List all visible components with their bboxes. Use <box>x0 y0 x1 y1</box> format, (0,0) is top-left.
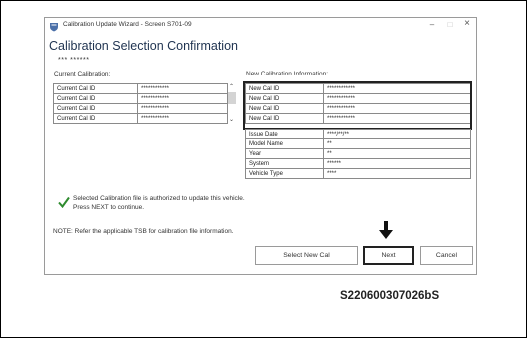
scroll-down-icon[interactable]: ⌄ <box>229 116 234 123</box>
table-row: Model Name ** <box>245 138 471 149</box>
current-calibration-table: Current Cal ID ************ Current Cal … <box>53 83 228 124</box>
new-cal-info-table: Issue Date ****/**/** Model Name ** Year… <box>245 129 471 179</box>
masked-title: *** ****** <box>58 57 90 64</box>
new-calibration-label: New Calibration Information: <box>246 71 329 78</box>
row-label: Current Cal ID <box>53 103 138 114</box>
row-value: ************ <box>137 93 228 104</box>
row-value: ****** <box>323 158 471 169</box>
scroll-thumb[interactable] <box>228 92 236 104</box>
table-row: Current Cal ID ************ <box>53 113 228 124</box>
row-label: Issue Date <box>245 129 324 139</box>
row-value: ** <box>323 148 471 159</box>
page-title: Calibration Selection Confirmation <box>49 39 238 53</box>
row-label: Current Cal ID <box>53 93 138 104</box>
row-label: Current Cal ID <box>53 83 138 94</box>
status-message-line1: Selected Calibration file is authorized … <box>73 195 245 202</box>
status-message-line2: Press NEXT to continue. <box>73 203 145 211</box>
maximize-button[interactable]: □ <box>444 20 456 29</box>
checkmark-icon <box>58 196 70 208</box>
window-title: Calibration Update Wizard - Screen S701-… <box>63 21 192 28</box>
cancel-button[interactable]: Cancel <box>420 246 473 265</box>
title-bar: Calibration Update Wizard - Screen S701-… <box>45 18 476 36</box>
row-value: ** <box>323 138 471 149</box>
select-new-cal-button[interactable]: Select New Cal <box>255 246 358 265</box>
close-button[interactable]: × <box>461 18 473 29</box>
table-row: Year ** <box>245 148 471 159</box>
next-button[interactable]: Next <box>363 246 414 265</box>
table-row: System ****** <box>245 158 471 169</box>
row-label: Year <box>245 148 324 159</box>
status-message: Selected Calibration file is authorized … <box>73 195 245 212</box>
highlight-box <box>243 81 472 130</box>
down-arrow-icon <box>379 221 393 239</box>
table-row: Current Cal ID ************ <box>53 83 228 94</box>
row-value: ************ <box>137 113 228 124</box>
current-calibration-label: Current Calibration: <box>54 71 111 78</box>
table-row: Current Cal ID ************ <box>53 103 228 114</box>
reference-code: S220600307026bS <box>340 290 440 302</box>
row-label: System <box>245 158 324 169</box>
scrollbar[interactable]: ⌃ ⌄ <box>227 83 238 125</box>
row-value: ************ <box>137 103 228 114</box>
table-row: Vehicle Type **** <box>245 168 471 179</box>
row-value: **** <box>323 168 471 179</box>
table-row: Issue Date ****/**/** <box>245 129 471 139</box>
row-label: Model Name <box>245 138 324 149</box>
scroll-up-icon[interactable]: ⌃ <box>229 83 234 90</box>
shield-icon <box>50 23 58 32</box>
row-label: Vehicle Type <box>245 168 324 179</box>
row-value: ************ <box>137 83 228 94</box>
row-label: Current Cal ID <box>53 113 138 124</box>
row-value: ****/**/** <box>323 129 471 139</box>
note-text: NOTE: Refer the applicable TSB for calib… <box>53 228 234 235</box>
minimize-button[interactable]: – <box>426 20 438 29</box>
wizard-window: Calibration Update Wizard - Screen S701-… <box>44 17 477 275</box>
table-row: Current Cal ID ************ <box>53 93 228 104</box>
